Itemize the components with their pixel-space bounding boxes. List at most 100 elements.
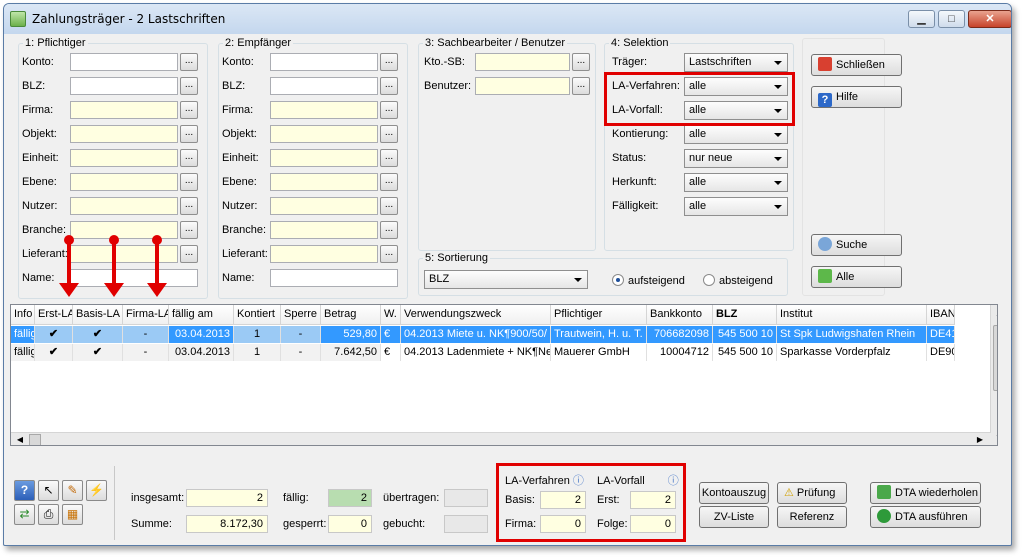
- empfaenger-field-input[interactable]: [270, 221, 378, 239]
- referenz-button[interactable]: Referenz: [777, 506, 847, 528]
- refresh-icon[interactable]: ⇄: [14, 504, 35, 525]
- pflichtiger-field-input[interactable]: [70, 53, 178, 71]
- empfaenger-lookup-button[interactable]: ...: [380, 53, 398, 71]
- selektion-select[interactable]: nur neue: [684, 149, 788, 168]
- empfaenger-lookup-button[interactable]: ...: [380, 125, 398, 143]
- pflichtiger-field-label: Firma:: [22, 104, 54, 116]
- empfaenger-lookup-button[interactable]: ...: [380, 101, 398, 119]
- pflichtiger-lookup-button[interactable]: ...: [180, 245, 198, 263]
- print-icon[interactable]: ⎙: [38, 504, 59, 525]
- empfaenger-lookup-button[interactable]: ...: [380, 221, 398, 239]
- selektion-select[interactable]: alle: [684, 101, 788, 120]
- folge-value: 0: [630, 515, 676, 533]
- selektion-select[interactable]: alle: [684, 173, 788, 192]
- vertical-scrollbar[interactable]: ▲ ▼: [990, 305, 997, 445]
- pflichtiger-lookup-button[interactable]: ...: [180, 101, 198, 119]
- pflichtiger-lookup-button[interactable]: ...: [180, 77, 198, 95]
- kontoauszug-button[interactable]: Kontoauszug: [699, 482, 769, 504]
- lightning-icon[interactable]: ⚡: [86, 480, 107, 501]
- sort-ascending-radio[interactable]: aufsteigend: [612, 274, 685, 287]
- pflichtiger-field-input[interactable]: [70, 101, 178, 119]
- close-button[interactable]: Schließen: [811, 54, 902, 76]
- pflichtiger-lookup-button[interactable]: ...: [180, 149, 198, 167]
- kto-sb-lookup-button[interactable]: ...: [572, 53, 590, 71]
- pflichtiger-lookup-button[interactable]: ...: [180, 197, 198, 215]
- empfaenger-field-input[interactable]: [270, 77, 378, 95]
- empfaenger-lookup-button[interactable]: ...: [380, 197, 398, 215]
- column-header[interactable]: Erst-LA: [35, 305, 73, 325]
- pflichtiger-lookup-button[interactable]: ...: [180, 221, 198, 239]
- empfaenger-lookup-button[interactable]: ...: [380, 77, 398, 95]
- column-header[interactable]: Pflichtiger: [551, 305, 647, 325]
- benutzer-input[interactable]: [475, 77, 570, 95]
- pflichtiger-field-input[interactable]: [70, 245, 178, 263]
- pflichtiger-lookup-button[interactable]: ...: [180, 173, 198, 191]
- zv-liste-button[interactable]: ZV-Liste: [699, 506, 769, 528]
- empfaenger-lookup-button[interactable]: ...: [380, 173, 398, 191]
- column-header[interactable]: Bankkonto: [647, 305, 713, 325]
- empfaenger-field-input[interactable]: [270, 125, 378, 143]
- scroll-down-icon[interactable]: ▼: [991, 429, 997, 445]
- pruefung-button[interactable]: ⚠ Prüfung: [777, 482, 847, 504]
- horizontal-scrollbar[interactable]: ◀ ▶: [11, 432, 991, 445]
- horizontal-scroll-thumb[interactable]: [29, 434, 41, 445]
- empfaenger-field-input[interactable]: [270, 53, 378, 71]
- selektion-select[interactable]: alle: [684, 77, 788, 96]
- column-header[interactable]: Betrag: [321, 305, 381, 325]
- help-button[interactable]: ? Hilfe: [811, 86, 902, 108]
- annotation-arrow-basis-la: [104, 235, 124, 297]
- table-icon[interactable]: ▦: [62, 504, 83, 525]
- pflichtiger-field-input[interactable]: [70, 149, 178, 167]
- help-small-icon[interactable]: ?: [14, 480, 35, 501]
- pflichtiger-lookup-button[interactable]: ...: [180, 53, 198, 71]
- empfaenger-lookup-button[interactable]: ...: [380, 149, 398, 167]
- sortierung-select[interactable]: BLZ: [424, 270, 588, 289]
- benutzer-lookup-button[interactable]: ...: [572, 77, 590, 95]
- close-window-button[interactable]: ✕: [968, 10, 1011, 28]
- empfaenger-field-input[interactable]: [270, 101, 378, 119]
- pflichtiger-field-input[interactable]: [70, 125, 178, 143]
- column-header[interactable]: Institut: [777, 305, 927, 325]
- empfaenger-field-input[interactable]: [270, 173, 378, 191]
- column-header[interactable]: Firma-LA: [123, 305, 169, 325]
- column-header[interactable]: Info: [11, 305, 35, 325]
- column-header[interactable]: fällig am: [169, 305, 234, 325]
- column-header[interactable]: BLZ: [713, 305, 777, 325]
- minimize-button[interactable]: ▁: [908, 10, 935, 28]
- column-header[interactable]: W.: [381, 305, 401, 325]
- vertical-scroll-thumb[interactable]: [993, 325, 997, 391]
- empfaenger-field-input[interactable]: [270, 269, 398, 287]
- column-header[interactable]: Verwendungszweck: [401, 305, 551, 325]
- pflichtiger-field-input[interactable]: [70, 269, 198, 287]
- dta-run-button[interactable]: DTA ausführen: [870, 506, 981, 528]
- title-bar[interactable]: Zahlungsträger - 2 Lastschriften ▁ □ ✕: [4, 4, 1011, 34]
- dta-repeat-button[interactable]: DTA wiederholen: [870, 482, 981, 504]
- column-header[interactable]: IBAN: [927, 305, 955, 325]
- empfaenger-field-input[interactable]: [270, 149, 378, 167]
- empfaenger-lookup-button[interactable]: ...: [380, 245, 398, 263]
- pflichtiger-field-input[interactable]: [70, 221, 178, 239]
- pflichtiger-field-input[interactable]: [70, 173, 178, 191]
- scroll-up-icon[interactable]: ▲: [991, 305, 997, 322]
- table-cell: DE41 5: [927, 326, 955, 343]
- search-button[interactable]: Suche: [811, 234, 902, 256]
- edit-pencil-icon[interactable]: ✎: [62, 480, 83, 501]
- scroll-right-icon[interactable]: ▶: [973, 434, 987, 445]
- all-button[interactable]: Alle: [811, 266, 902, 288]
- kto-sb-input[interactable]: [475, 53, 570, 71]
- column-header[interactable]: Sperre: [281, 305, 321, 325]
- pointer-icon[interactable]: ↖: [38, 480, 59, 501]
- pflichtiger-field-input[interactable]: [70, 77, 178, 95]
- pflichtiger-field-input[interactable]: [70, 197, 178, 215]
- scroll-left-icon[interactable]: ◀: [13, 434, 27, 445]
- empfaenger-field-input[interactable]: [270, 197, 378, 215]
- column-header[interactable]: Basis-LA: [73, 305, 123, 325]
- selektion-select[interactable]: alle: [684, 197, 788, 216]
- maximize-button[interactable]: □: [938, 10, 965, 28]
- selektion-select[interactable]: alle: [684, 125, 788, 144]
- pflichtiger-lookup-button[interactable]: ...: [180, 125, 198, 143]
- selektion-select[interactable]: Lastschriften: [684, 53, 788, 72]
- column-header[interactable]: Kontiert: [234, 305, 281, 325]
- empfaenger-field-input[interactable]: [270, 245, 378, 263]
- sort-descending-radio[interactable]: absteigend: [703, 274, 773, 287]
